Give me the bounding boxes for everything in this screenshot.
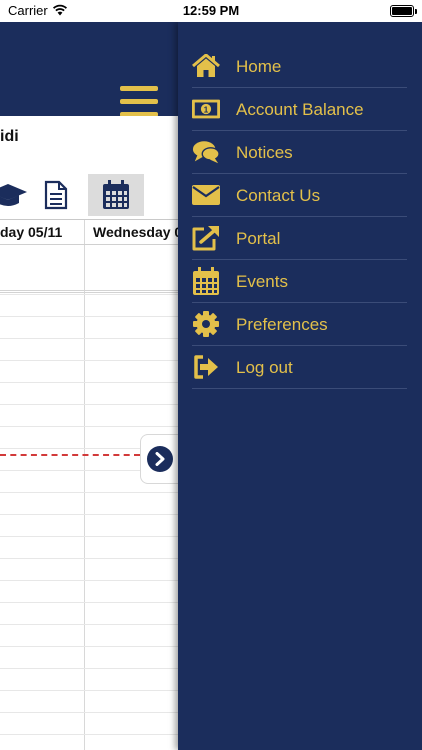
menu-item-label: Home <box>236 57 282 76</box>
next-day-button[interactable] <box>140 434 178 484</box>
menu-item-preferences[interactable]: Preferences <box>192 303 407 346</box>
view-toolbar <box>0 174 178 218</box>
sign-out-icon <box>192 354 220 380</box>
chat-bubbles-icon <box>192 139 220 165</box>
status-bar: Carrier 12:59 PM <box>0 0 422 22</box>
menu-item-account-balance[interactable]: 1 Account Balance <box>192 88 407 131</box>
status-time: 12:59 PM <box>182 3 240 18</box>
all-day-divider <box>0 290 178 293</box>
menu-item-label: Portal <box>236 229 281 248</box>
timetable-panel: idi day 05/11 Wednesday 0 <box>0 116 178 750</box>
app-header <box>0 22 178 118</box>
day-column-header: day 05/11 <box>0 224 63 240</box>
calendar-icon <box>192 267 220 295</box>
gear-icon <box>192 311 220 337</box>
menu-item-label: Account Balance <box>236 100 364 119</box>
graduation-cap-icon <box>0 184 27 206</box>
menu-item-label: Notices <box>236 143 293 162</box>
hour-grid <box>0 294 178 750</box>
menu-item-log-out[interactable]: Log out <box>192 346 407 389</box>
menu-item-label: Preferences <box>236 315 328 334</box>
side-menu: Home 1 Account Balance Notices Contact U… <box>178 22 422 750</box>
chevron-right-icon <box>146 446 173 472</box>
menu-item-notices[interactable]: Notices <box>192 131 407 174</box>
battery-icon <box>390 5 417 17</box>
student-name: idi <box>0 128 19 145</box>
menu-item-events[interactable]: Events <box>192 260 407 303</box>
calendar-icon <box>103 180 129 209</box>
money-icon: 1 <box>192 96 220 122</box>
menu-item-portal[interactable]: Portal <box>192 217 407 260</box>
menu-item-label: Log out <box>236 358 293 377</box>
menu-item-home[interactable]: Home <box>192 45 407 88</box>
svg-text:1: 1 <box>204 104 209 114</box>
menu-item-contact-us[interactable]: Contact Us <box>192 174 407 217</box>
report-button[interactable] <box>28 174 84 216</box>
header-divider <box>0 244 178 245</box>
document-icon <box>44 180 68 210</box>
day-column-header: Wednesday 0 <box>93 224 178 240</box>
envelope-icon <box>192 182 220 208</box>
menu-item-label: Events <box>236 272 288 291</box>
timetable-button[interactable] <box>88 174 144 216</box>
menu-item-label: Contact Us <box>236 186 321 205</box>
current-time-line <box>0 454 140 456</box>
hamburger-menu-icon[interactable] <box>120 86 158 118</box>
home-icon <box>192 53 220 79</box>
menu-divider <box>192 388 407 389</box>
external-link-icon <box>192 225 220 251</box>
